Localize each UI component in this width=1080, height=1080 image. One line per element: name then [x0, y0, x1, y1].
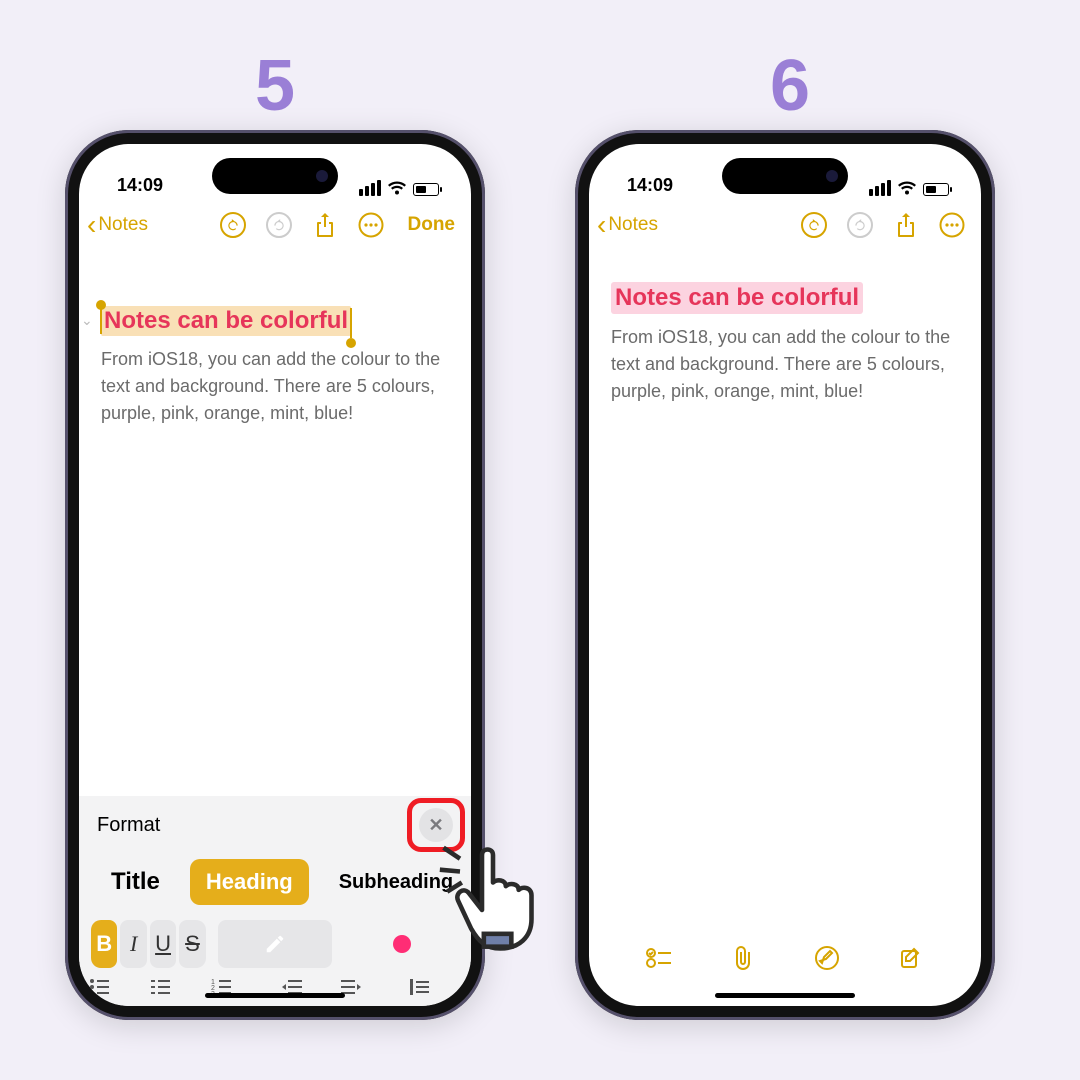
dynamic-island	[212, 158, 338, 194]
style-subheading[interactable]: Subheading	[323, 861, 461, 904]
bullet-list-icon	[89, 978, 111, 996]
status-time: 14:09	[117, 175, 163, 200]
close-format-button[interactable]: ✕	[419, 808, 453, 842]
screen: 14:09 ‹ Notes	[589, 144, 981, 1006]
underline-button[interactable]: U	[150, 920, 176, 968]
checklist-button[interactable]	[645, 944, 673, 972]
dashed-list-button[interactable]	[150, 978, 208, 996]
screen: 14:09 ‹ Notes	[79, 144, 471, 1006]
bold-button[interactable]: B	[91, 920, 117, 968]
color-dot-icon	[393, 935, 411, 953]
chevron-left-icon: ‹	[87, 209, 96, 241]
note-content[interactable]: Notes can be colorful From iOS18, you ca…	[589, 248, 981, 1006]
redo-button[interactable]	[266, 212, 292, 238]
undo-button[interactable]	[801, 212, 827, 238]
note-title[interactable]: Notes can be colorful	[611, 282, 863, 314]
italic-button[interactable]: I	[120, 920, 146, 968]
share-button[interactable]	[312, 212, 338, 238]
block-quote-button[interactable]	[409, 978, 461, 996]
inline-style-row: B I U S	[91, 920, 459, 968]
blockquote-icon	[409, 978, 431, 996]
wifi-icon	[897, 181, 917, 196]
phone-step-5: 14:09 ‹ Notes	[65, 130, 485, 1020]
battery-icon	[923, 183, 949, 196]
dynamic-island	[722, 158, 848, 194]
note-content[interactable]: ⌄ Notes can be colorful From iOS18, you …	[79, 248, 471, 796]
more-button[interactable]	[939, 212, 965, 238]
back-label: Notes	[98, 214, 148, 236]
attachment-button[interactable]	[729, 944, 757, 972]
bottom-toolbar	[589, 944, 981, 972]
back-button[interactable]: ‹ Notes	[597, 209, 658, 241]
style-heading[interactable]: Heading	[190, 859, 309, 905]
indent-button[interactable]	[340, 978, 397, 996]
compose-button[interactable]	[897, 944, 925, 972]
battery-icon	[413, 183, 439, 196]
back-button[interactable]: ‹ Notes	[87, 209, 148, 241]
selection-handle-end[interactable]	[346, 338, 356, 348]
share-button[interactable]	[893, 212, 919, 238]
chevron-left-icon: ‹	[597, 209, 606, 241]
undo-button[interactable]	[220, 212, 246, 238]
color-swatch-button[interactable]	[344, 920, 459, 968]
note-title-selected[interactable]: Notes can be colorful	[101, 306, 351, 336]
nav-bar: ‹ Notes	[589, 200, 981, 248]
wifi-icon	[387, 181, 407, 196]
format-panel: Format ✕ Title Heading Subheading Body B…	[79, 796, 471, 1006]
done-button[interactable]: Done	[408, 214, 456, 236]
highlight-button[interactable]	[218, 920, 333, 968]
bulleted-list-button[interactable]	[89, 978, 147, 996]
style-title[interactable]: Title	[95, 858, 176, 906]
cellular-icon	[869, 180, 891, 196]
text-style-row[interactable]: Title Heading Subheading Body	[89, 854, 461, 916]
more-button[interactable]	[358, 212, 384, 238]
strikethrough-button[interactable]: S	[179, 920, 205, 968]
home-indicator[interactable]	[205, 993, 345, 998]
back-label: Notes	[608, 214, 658, 236]
step-label-5: 5	[255, 45, 295, 127]
redo-button[interactable]	[847, 212, 873, 238]
note-body[interactable]: From iOS18, you can add the colour to th…	[101, 346, 449, 427]
status-time: 14:09	[627, 175, 673, 200]
close-icon: ✕	[428, 815, 443, 836]
nav-bar: ‹ Notes Done	[79, 200, 471, 248]
format-label: Format	[97, 814, 160, 837]
home-indicator[interactable]	[715, 993, 855, 998]
pencil-icon	[264, 933, 286, 955]
step-label-6: 6	[770, 45, 810, 127]
cellular-icon	[359, 180, 381, 196]
note-body[interactable]: From iOS18, you can add the colour to th…	[611, 324, 959, 405]
collapse-caret-icon[interactable]: ⌄	[81, 312, 93, 329]
markup-button[interactable]	[813, 944, 841, 972]
phone-step-6: 14:09 ‹ Notes	[575, 130, 995, 1020]
dash-list-icon	[150, 978, 172, 996]
